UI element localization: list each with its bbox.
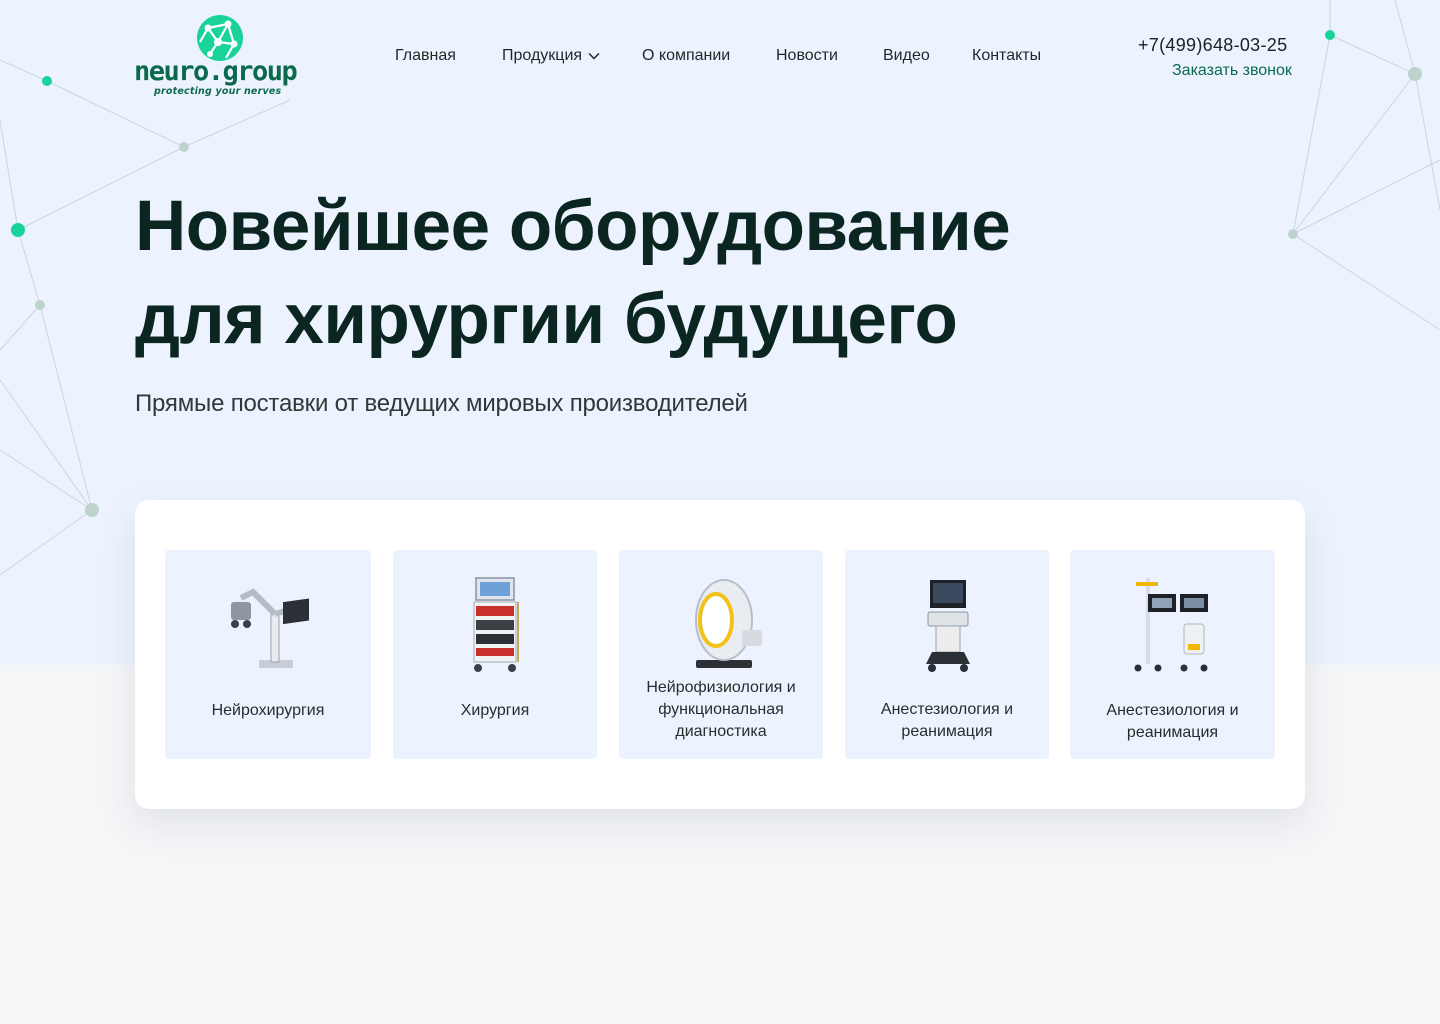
category-label: Хирургия: [460, 702, 530, 719]
nav-item-home[interactable]: Главная: [395, 46, 456, 66]
category-label: Нейрофизиология и функциональная диагнос…: [646, 679, 796, 740]
nav-item-video[interactable]: Видео: [883, 46, 930, 66]
endoscopy-tower-icon: [473, 577, 519, 672]
nav-item-label: Новости: [776, 47, 838, 64]
nav-item-news[interactable]: Новости: [776, 46, 838, 66]
callback-link[interactable]: Заказать звонок: [1172, 62, 1292, 80]
monitoring-stand-icon: [1134, 578, 1208, 672]
hero-subtitle: Прямые поставки от ведущих мировых произ…: [135, 390, 748, 417]
category-card-surgery[interactable]: Хирургия: [393, 550, 597, 759]
logo[interactable]: neuro.group protecting your nerves: [134, 14, 309, 100]
nav-item-label: Продукция: [502, 47, 583, 64]
globe-network-icon: [197, 15, 243, 61]
logo-wordmark: neuro.group: [134, 56, 298, 87]
phone-link[interactable]: +7(499)648-03-25: [1138, 35, 1287, 56]
category-card-anesthesiology-2[interactable]: Анестезиология и реанимация: [1070, 550, 1275, 759]
category-card-neurosurgery[interactable]: Нейрохирургия: [165, 550, 371, 759]
category-label: Анестезиология и реанимация: [1106, 702, 1239, 741]
nav-item-products[interactable]: Продукция: [502, 46, 600, 66]
logo-tagline: protecting your nerves: [154, 86, 282, 97]
category-card-neurophysiology[interactable]: Нейрофизиология и функциональная диагнос…: [619, 550, 823, 759]
categories-panel: Нейрохирургия Хирургия Нейрофизиология и…: [135, 500, 1305, 809]
nav-item-label: О компании: [642, 47, 731, 64]
hero-title-line-2: для хирургии будущего: [135, 280, 958, 359]
nav-item-label: Главная: [395, 47, 456, 64]
hero-title-line-1: Новейшее оборудование: [135, 187, 1011, 266]
ring-scanner-icon: [695, 579, 762, 668]
category-card-anesthesiology[interactable]: Анестезиология и реанимация: [845, 550, 1049, 759]
nav-item-about[interactable]: О компании: [642, 46, 730, 66]
ultrasound-cart-icon: [926, 580, 970, 672]
nav-item-label: Контакты: [972, 47, 1042, 64]
category-label: Анестезиология и реанимация: [880, 701, 1014, 740]
category-label: Нейрохирургия: [211, 702, 325, 719]
hero-title: Новейшее оборудование для хирургии будущ…: [135, 180, 1135, 366]
nav-item-contacts[interactable]: Контакты: [972, 46, 1041, 66]
chevron-down-icon: [588, 52, 600, 60]
surgical-microscope-icon: [231, 588, 309, 668]
nav-item-label: Видео: [883, 47, 930, 64]
